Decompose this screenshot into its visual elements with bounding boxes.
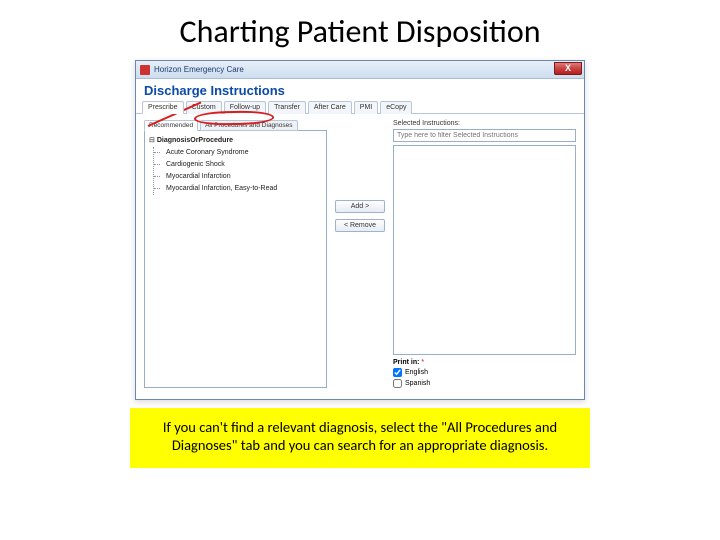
print-in-label: Print in: <box>393 359 419 366</box>
lang-spanish-label: Spanish <box>405 380 430 387</box>
tab-aftercare[interactable]: After Care <box>308 101 352 114</box>
right-pane: Selected Instructions: Print in: * Engli… <box>393 120 576 388</box>
selected-instructions-list[interactable] <box>393 145 576 355</box>
print-in-row: Print in: * <box>393 359 576 366</box>
tab-custom[interactable]: Custom <box>186 101 222 114</box>
checkbox-spanish[interactable] <box>393 379 402 388</box>
tab-prescribe[interactable]: Prescribe <box>142 101 184 114</box>
tree-item[interactable]: Myocardial Infarction <box>166 171 324 183</box>
checkbox-english[interactable] <box>393 368 402 377</box>
transfer-buttons: Add > < Remove <box>335 120 385 388</box>
lang-english-row: English <box>393 368 576 377</box>
main-tabs: Prescribe Custom Follow-up Transfer Afte… <box>136 100 584 114</box>
tab-followup[interactable]: Follow-up <box>224 101 266 114</box>
tab-transfer[interactable]: Transfer <box>268 101 306 114</box>
tree-root-node[interactable]: DiagnosisOrProcedure <box>149 135 324 147</box>
add-button[interactable]: Add > <box>335 200 385 213</box>
subtab-recommended[interactable]: Recommended <box>144 120 198 131</box>
slide-caption: If you can't find a relevant diagnosis, … <box>130 408 590 468</box>
tree-item[interactable]: Cardiogenic Shock <box>166 159 324 171</box>
section-heading: Discharge Instructions <box>136 79 584 100</box>
app-icon <box>140 65 150 75</box>
slide-title: Charting Patient Disposition <box>0 12 720 51</box>
sub-tabs: Recommended All Procedures and Diagnoses <box>144 120 327 131</box>
lang-spanish-row: Spanish <box>393 379 576 388</box>
tree-item[interactable]: Acute Coronary Syndrome <box>166 147 324 159</box>
selected-instructions-label: Selected Instructions: <box>393 120 576 127</box>
left-pane: Recommended All Procedures and Diagnoses… <box>144 120 327 388</box>
required-asterisk: * <box>421 359 424 366</box>
content-area: Recommended All Procedures and Diagnoses… <box>136 114 584 394</box>
remove-button[interactable]: < Remove <box>335 219 385 232</box>
filter-input[interactable] <box>393 129 576 142</box>
tab-pmi[interactable]: PMI <box>354 101 378 114</box>
subtab-all-procedures[interactable]: All Procedures and Diagnoses <box>200 120 297 131</box>
titlebar: Horizon Emergency Care X <box>136 61 584 79</box>
window-title: Horizon Emergency Care <box>154 65 244 74</box>
tree-item[interactable]: Myocardial Infarction, Easy-to-Read <box>166 183 324 195</box>
close-button[interactable]: X <box>554 62 582 75</box>
diagnosis-tree[interactable]: DiagnosisOrProcedure Acute Coronary Synd… <box>144 130 327 388</box>
lang-english-label: English <box>405 369 428 376</box>
app-window: Horizon Emergency Care X Discharge Instr… <box>135 60 585 400</box>
tab-ecopy[interactable]: eCopy <box>380 101 412 114</box>
